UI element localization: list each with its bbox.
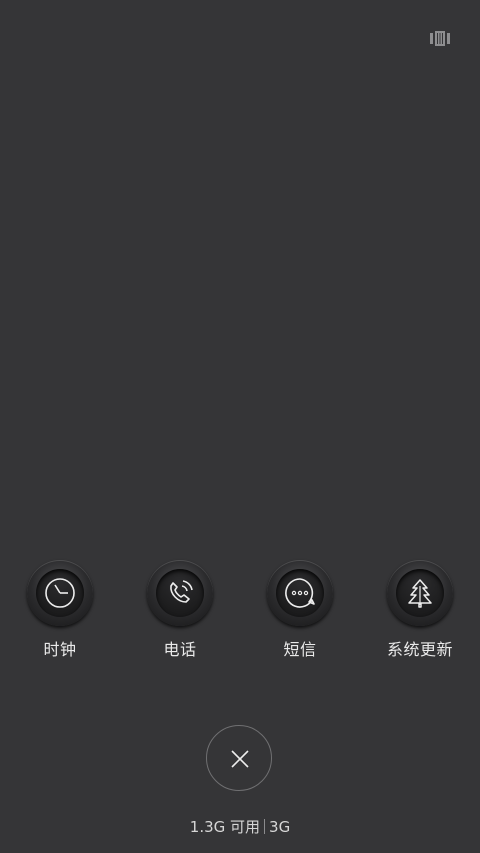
clear-all-button[interactable] [206,725,272,791]
recent-apps-row: 时钟 电话 短信 系统更新 [0,560,480,670]
message-icon [285,578,315,608]
close-icon [231,750,249,768]
recent-app-clock[interactable]: 时钟 [0,560,120,660]
clock-icon [45,578,75,608]
memory-available-text: 1.3G 可用 [189,818,261,836]
recent-app-messages[interactable]: 短信 [240,560,360,660]
memory-total-text: 3G [269,818,291,836]
app-button[interactable] [387,560,453,626]
memory-divider [264,819,266,834]
app-label: 时钟 [43,640,77,659]
phone-icon [170,580,193,603]
app-button[interactable] [147,560,213,626]
recent-app-phone[interactable]: 电话 [120,560,240,660]
recent-app-system-update[interactable]: 系统更新 [360,560,480,660]
system-update-icon [408,579,432,608]
app-label: 系统更新 [386,640,453,659]
carousel-view-icon[interactable] [430,31,450,46]
app-label: 电话 [163,640,197,659]
memory-status: 1.3G 可用 3G [0,816,480,837]
app-label: 短信 [283,640,317,659]
app-button[interactable] [267,560,333,626]
app-button[interactable] [27,560,93,626]
